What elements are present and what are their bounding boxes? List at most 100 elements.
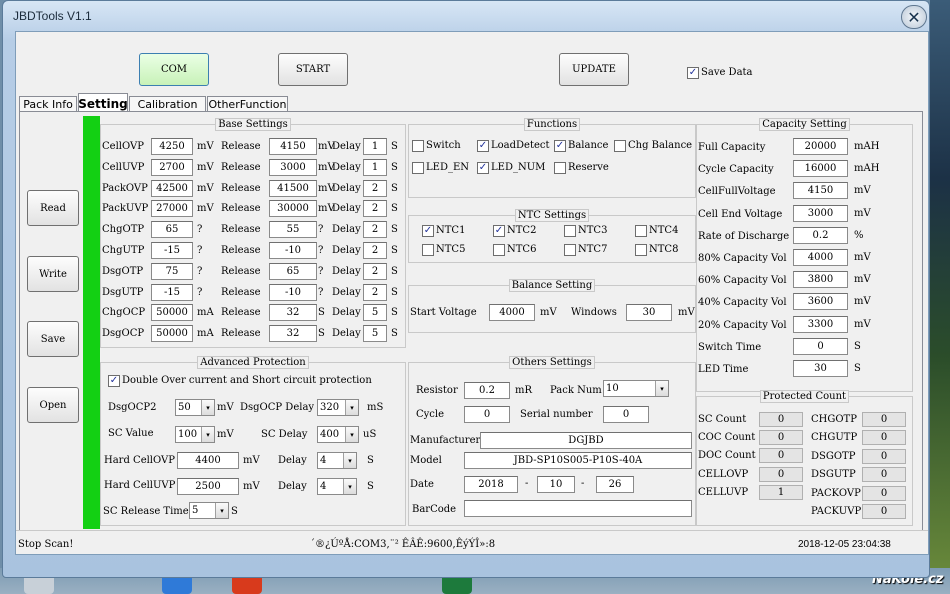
sc-delay-select[interactable]: 400 ▾: [317, 426, 359, 443]
tab-pack-info[interactable]: Pack Info: [19, 96, 77, 112]
com-button[interactable]: COM: [139, 53, 209, 86]
delay-input[interactable]: 2: [363, 283, 387, 301]
ntc-checkbox[interactable]: [564, 244, 576, 256]
capacity-input[interactable]: 30: [793, 360, 848, 377]
base-value-input[interactable]: -15: [151, 242, 193, 259]
manufacturer-input[interactable]: DGJBD: [480, 432, 692, 449]
hard-celluvp-input[interactable]: 2500: [177, 478, 239, 495]
delay-input[interactable]: 1: [363, 158, 387, 176]
delay-input[interactable]: 2: [363, 221, 387, 239]
release-input[interactable]: 65: [269, 262, 317, 280]
ntc-checkbox[interactable]: [422, 244, 434, 256]
function-checkbox[interactable]: ✓: [477, 162, 489, 174]
date-year-input[interactable]: 2018: [464, 476, 518, 493]
release-input[interactable]: -10: [269, 283, 317, 301]
function-checkbox[interactable]: [614, 140, 626, 152]
sc-release-select[interactable]: 5 ▾: [189, 502, 229, 519]
function-checkbox[interactable]: [412, 140, 424, 152]
release-input[interactable]: 3000: [269, 158, 317, 176]
status-bar: Stop Scan! ´®¿ÚºÅ:COM3,¨² ÊÂÊ:9600,ÊýÝÎ»…: [16, 530, 928, 554]
save-data-checkbox[interactable]: ✓: [687, 67, 699, 79]
capacity-input[interactable]: 0: [793, 337, 848, 355]
base-settings-title: Base Settings: [215, 118, 291, 131]
delay-input[interactable]: 5: [363, 304, 387, 322]
date-month-input[interactable]: 10: [537, 476, 575, 493]
barcode-input[interactable]: [464, 500, 692, 517]
windows-input[interactable]: 30: [626, 304, 672, 321]
capacity-unit: mV: [854, 318, 871, 330]
capacity-input[interactable]: 3600: [793, 293, 848, 311]
function-checkbox[interactable]: [412, 162, 424, 174]
capacity-input[interactable]: 3800: [793, 271, 848, 289]
update-button[interactable]: UPDATE: [559, 53, 629, 86]
date-separator: -: [525, 478, 529, 489]
capacity-label: Switch Time: [698, 341, 762, 353]
start-button[interactable]: START: [278, 53, 348, 86]
ntc-checkbox[interactable]: [635, 244, 647, 256]
delay-label: Delay: [332, 224, 361, 236]
release-input[interactable]: 41500: [269, 179, 317, 197]
capacity-input[interactable]: 4000: [793, 249, 848, 266]
function-checkbox[interactable]: [554, 162, 566, 174]
tab-other-function[interactable]: OtherFunction: [207, 96, 288, 112]
dsgocp2-select[interactable]: 50 ▾: [175, 399, 215, 416]
delay-input[interactable]: 2: [363, 179, 387, 197]
base-value-input[interactable]: -15: [151, 283, 193, 301]
capacity-input[interactable]: 3300: [793, 315, 848, 333]
base-value-input[interactable]: 42500: [151, 179, 193, 197]
delay-input[interactable]: 2: [363, 242, 387, 259]
ntc-checkbox[interactable]: [493, 244, 505, 256]
serial-number-input[interactable]: 0: [603, 406, 649, 423]
open-button[interactable]: Open: [27, 387, 79, 423]
base-value-input[interactable]: 2700: [151, 158, 193, 176]
base-value-input[interactable]: 65: [151, 221, 193, 239]
release-input[interactable]: 55: [269, 221, 317, 239]
capacity-input[interactable]: 0.2: [793, 226, 848, 244]
hard-cellovp-delay-select[interactable]: 4 ▾: [317, 452, 357, 469]
release-input[interactable]: 4150: [269, 138, 317, 155]
save-button[interactable]: Save: [27, 321, 79, 357]
capacity-input[interactable]: 16000: [793, 160, 848, 178]
write-button[interactable]: Write: [27, 256, 79, 292]
dsgocp-delay-select[interactable]: 320 ▾: [317, 399, 359, 416]
double-protection-checkbox[interactable]: ✓: [108, 375, 120, 387]
read-button[interactable]: Read: [27, 190, 79, 226]
ntc-checkbox[interactable]: ✓: [493, 225, 505, 237]
sc-value-select[interactable]: 100 ▾: [175, 426, 215, 443]
release-input[interactable]: 32: [269, 325, 317, 343]
ntc-checkbox[interactable]: ✓: [422, 225, 434, 237]
resistor-input[interactable]: 0.2: [464, 382, 510, 399]
chevron-down-icon: ▾: [345, 400, 358, 415]
start-voltage-input[interactable]: 4000: [489, 304, 535, 321]
base-value-input[interactable]: 27000: [151, 200, 193, 218]
capacity-input[interactable]: 3000: [793, 204, 848, 222]
base-value-input[interactable]: 50000: [151, 325, 193, 343]
chevron-down-icon: ▾: [343, 453, 356, 468]
release-input[interactable]: 32: [269, 304, 317, 322]
ntc-checkbox[interactable]: [635, 225, 647, 237]
release-input[interactable]: -10: [269, 242, 317, 259]
function-checkbox[interactable]: ✓: [477, 140, 489, 152]
base-value-input[interactable]: 4250: [151, 138, 193, 155]
function-checkbox[interactable]: ✓: [554, 140, 566, 152]
base-value-input[interactable]: 50000: [151, 304, 193, 322]
tab-calibration[interactable]: Calibration: [129, 96, 206, 112]
base-value-input[interactable]: 75: [151, 262, 193, 280]
hard-celluvp-delay-select[interactable]: 4 ▾: [317, 478, 357, 495]
release-input[interactable]: 30000: [269, 200, 317, 218]
date-day-input[interactable]: 26: [596, 476, 634, 493]
cycle-input[interactable]: 0: [464, 406, 510, 423]
delay-input[interactable]: 2: [363, 262, 387, 280]
close-button[interactable]: ✕: [901, 5, 927, 29]
model-input[interactable]: JBD-SP10S005-P10S-40A: [464, 452, 692, 469]
ntc-checkbox[interactable]: [564, 225, 576, 237]
base-row-label: ChgUTP: [102, 245, 145, 256]
hard-cellovp-input[interactable]: 4400: [177, 452, 239, 469]
pack-num-select[interactable]: 10 ▾: [603, 380, 669, 397]
delay-input[interactable]: 5: [363, 325, 387, 343]
capacity-input[interactable]: 20000: [793, 138, 848, 155]
tab-setting[interactable]: Setting: [78, 93, 128, 113]
delay-input[interactable]: 1: [363, 138, 387, 155]
capacity-input[interactable]: 4150: [793, 182, 848, 200]
delay-input[interactable]: 2: [363, 200, 387, 218]
